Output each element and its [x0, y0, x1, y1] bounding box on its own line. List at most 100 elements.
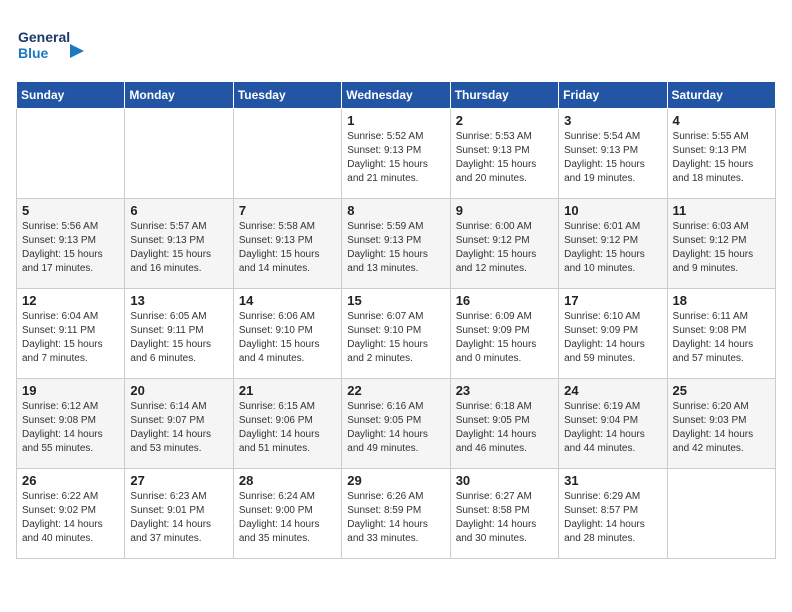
header-sunday: Sunday — [17, 82, 125, 109]
day-number: 1 — [347, 113, 444, 128]
header-friday: Friday — [559, 82, 667, 109]
day-number: 20 — [130, 383, 227, 398]
calendar-cell: 20Sunrise: 6:14 AM Sunset: 9:07 PM Dayli… — [125, 379, 233, 469]
calendar-cell: 16Sunrise: 6:09 AM Sunset: 9:09 PM Dayli… — [450, 289, 558, 379]
calendar-cell: 30Sunrise: 6:27 AM Sunset: 8:58 PM Dayli… — [450, 469, 558, 559]
calendar-cell: 6 Sunrise: 5:57 AM Sunset: 9:13 PM Daylig… — [125, 199, 233, 289]
day-number: 2 — [456, 113, 553, 128]
day-number: 14 — [239, 293, 336, 308]
calendar-cell: 15Sunrise: 6:07 AM Sunset: 9:10 PM Dayli… — [342, 289, 450, 379]
day-info: Sunrise: 6:22 AM Sunset: 9:02 PM Dayligh… — [22, 490, 119, 546]
day-number: 28 — [239, 473, 336, 488]
day-number: 26 — [22, 473, 119, 488]
calendar-cell: 13 Sunrise: 6:05 AM Sunset: 9:11 PM Dayli… — [125, 289, 233, 379]
day-number: 30 — [456, 473, 553, 488]
calendar-cell: 5 Sunrise: 5:56 AM Sunset: 9:13 PM Daylig… — [17, 199, 125, 289]
header-monday: Monday — [125, 82, 233, 109]
header-thursday: Thursday — [450, 82, 558, 109]
day-number: 27 — [130, 473, 227, 488]
day-number: 18 — [673, 293, 770, 308]
day-number: 4 — [673, 113, 770, 128]
week-row-4: 26 Sunrise: 6:22 AM Sunset: 9:02 PM Dayli… — [17, 469, 776, 559]
day-number: 25 — [673, 383, 770, 398]
calendar-cell: 2Sunrise: 5:53 AM Sunset: 9:13 PM Daylig… — [450, 109, 558, 199]
calendar-cell: 22Sunrise: 6:16 AM Sunset: 9:05 PM Dayli… — [342, 379, 450, 469]
day-number: 31 — [564, 473, 661, 488]
calendar-header-row: SundayMondayTuesdayWednesdayThursdayFrid… — [17, 82, 776, 109]
day-info: Sunrise: 6:10 AM Sunset: 9:09 PM Dayligh… — [564, 310, 661, 366]
svg-text:Blue: Blue — [18, 45, 49, 61]
calendar-cell: 21 Sunrise: 6:15 AM Sunset: 9:06 PM Dayli… — [233, 379, 341, 469]
week-row-3: 19Sunrise: 6:12 AM Sunset: 9:08 PM Dayli… — [17, 379, 776, 469]
svg-text:General: General — [18, 29, 70, 45]
day-info: Sunrise: 5:59 AM Sunset: 9:13 PM Dayligh… — [347, 220, 444, 276]
header-tuesday: Tuesday — [233, 82, 341, 109]
calendar-cell — [667, 469, 775, 559]
day-info: Sunrise: 6:01 AM Sunset: 9:12 PM Dayligh… — [564, 220, 661, 276]
header-wednesday: Wednesday — [342, 82, 450, 109]
day-number: 9 — [456, 203, 553, 218]
calendar-cell: 26 Sunrise: 6:22 AM Sunset: 9:02 PM Dayli… — [17, 469, 125, 559]
calendar-cell: 8 Sunrise: 5:59 AM Sunset: 9:13 PM Daylig… — [342, 199, 450, 289]
calendar-cell — [233, 109, 341, 199]
day-number: 24 — [564, 383, 661, 398]
day-info: Sunrise: 6:11 AM Sunset: 9:08 PM Dayligh… — [673, 310, 770, 366]
calendar-table: SundayMondayTuesdayWednesdayThursdayFrid… — [16, 81, 776, 559]
calendar-cell: 10 Sunrise: 6:01 AM Sunset: 9:12 PM Dayli… — [559, 199, 667, 289]
day-info: Sunrise: 6:19 AM Sunset: 9:04 PM Dayligh… — [564, 400, 661, 456]
day-info: Sunrise: 6:09 AM Sunset: 9:09 PM Dayligh… — [456, 310, 553, 366]
day-info: Sunrise: 6:05 AM Sunset: 9:11 PM Dayligh… — [130, 310, 227, 366]
day-info: Sunrise: 5:52 AM Sunset: 9:13 PM Dayligh… — [347, 130, 444, 186]
day-number: 5 — [22, 203, 119, 218]
day-info: Sunrise: 6:26 AM Sunset: 8:59 PM Dayligh… — [347, 490, 444, 546]
day-number: 23 — [456, 383, 553, 398]
calendar-cell: 1 Sunrise: 5:52 AM Sunset: 9:13 PM Daylig… — [342, 109, 450, 199]
day-info: Sunrise: 6:20 AM Sunset: 9:03 PM Dayligh… — [673, 400, 770, 456]
day-number: 10 — [564, 203, 661, 218]
day-info: Sunrise: 5:58 AM Sunset: 9:13 PM Dayligh… — [239, 220, 336, 276]
day-info: Sunrise: 6:00 AM Sunset: 9:12 PM Dayligh… — [456, 220, 553, 276]
calendar-cell: 11Sunrise: 6:03 AM Sunset: 9:12 PM Dayli… — [667, 199, 775, 289]
calendar-cell: 3 Sunrise: 5:54 AM Sunset: 9:13 PM Daylig… — [559, 109, 667, 199]
week-row-0: 1 Sunrise: 5:52 AM Sunset: 9:13 PM Daylig… — [17, 109, 776, 199]
day-info: Sunrise: 6:06 AM Sunset: 9:10 PM Dayligh… — [239, 310, 336, 366]
day-info: Sunrise: 6:15 AM Sunset: 9:06 PM Dayligh… — [239, 400, 336, 456]
calendar-cell: 23 Sunrise: 6:18 AM Sunset: 9:05 PM Dayli… — [450, 379, 558, 469]
day-info: Sunrise: 5:55 AM Sunset: 9:13 PM Dayligh… — [673, 130, 770, 186]
calendar-cell: 28 Sunrise: 6:24 AM Sunset: 9:00 PM Dayli… — [233, 469, 341, 559]
day-number: 15 — [347, 293, 444, 308]
day-number: 3 — [564, 113, 661, 128]
day-number: 8 — [347, 203, 444, 218]
calendar-cell: 17 Sunrise: 6:10 AM Sunset: 9:09 PM Dayli… — [559, 289, 667, 379]
calendar-cell — [125, 109, 233, 199]
page-header: General Blue — [16, 16, 776, 71]
week-row-2: 12Sunrise: 6:04 AM Sunset: 9:11 PM Dayli… — [17, 289, 776, 379]
day-info: Sunrise: 6:23 AM Sunset: 9:01 PM Dayligh… — [130, 490, 227, 546]
day-number: 21 — [239, 383, 336, 398]
calendar-cell: 9 Sunrise: 6:00 AM Sunset: 9:12 PM Daylig… — [450, 199, 558, 289]
day-number: 7 — [239, 203, 336, 218]
day-info: Sunrise: 5:54 AM Sunset: 9:13 PM Dayligh… — [564, 130, 661, 186]
day-number: 12 — [22, 293, 119, 308]
logo-icon: General Blue — [16, 16, 86, 71]
day-info: Sunrise: 6:18 AM Sunset: 9:05 PM Dayligh… — [456, 400, 553, 456]
calendar-cell: 27 Sunrise: 6:23 AM Sunset: 9:01 PM Dayli… — [125, 469, 233, 559]
calendar-cell: 19Sunrise: 6:12 AM Sunset: 9:08 PM Dayli… — [17, 379, 125, 469]
calendar-cell — [17, 109, 125, 199]
calendar-cell: 14 Sunrise: 6:06 AM Sunset: 9:10 PM Dayli… — [233, 289, 341, 379]
day-info: Sunrise: 5:56 AM Sunset: 9:13 PM Dayligh… — [22, 220, 119, 276]
header-saturday: Saturday — [667, 82, 775, 109]
calendar-cell: 24 Sunrise: 6:19 AM Sunset: 9:04 PM Dayli… — [559, 379, 667, 469]
calendar-cell: 12Sunrise: 6:04 AM Sunset: 9:11 PM Dayli… — [17, 289, 125, 379]
calendar-cell: 18 Sunrise: 6:11 AM Sunset: 9:08 PM Dayli… — [667, 289, 775, 379]
day-number: 13 — [130, 293, 227, 308]
calendar-cell: 29Sunrise: 6:26 AM Sunset: 8:59 PM Dayli… — [342, 469, 450, 559]
day-number: 17 — [564, 293, 661, 308]
day-number: 19 — [22, 383, 119, 398]
calendar-cell: 4 Sunrise: 5:55 AM Sunset: 9:13 PM Daylig… — [667, 109, 775, 199]
day-info: Sunrise: 5:57 AM Sunset: 9:13 PM Dayligh… — [130, 220, 227, 276]
day-number: 11 — [673, 203, 770, 218]
day-info: Sunrise: 6:24 AM Sunset: 9:00 PM Dayligh… — [239, 490, 336, 546]
calendar-cell: 25 Sunrise: 6:20 AM Sunset: 9:03 PM Dayli… — [667, 379, 775, 469]
day-number: 6 — [130, 203, 227, 218]
